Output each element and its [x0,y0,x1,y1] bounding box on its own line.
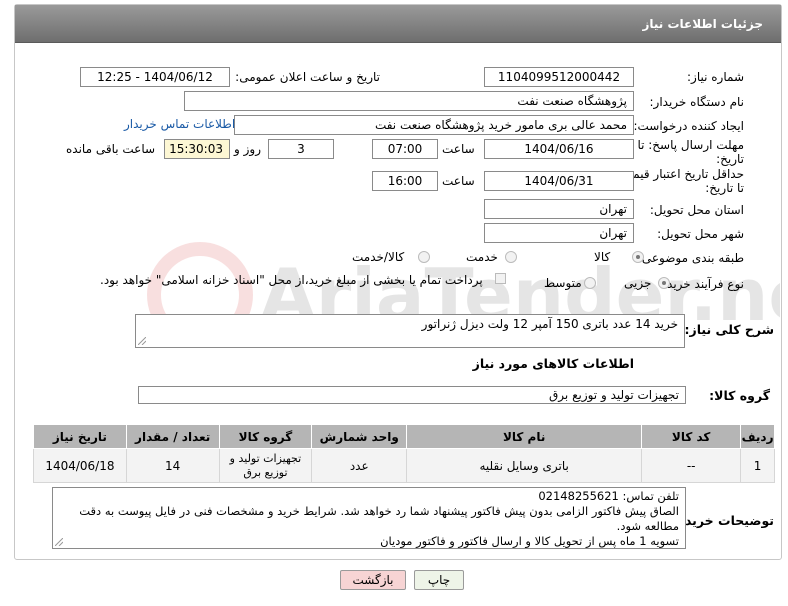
category-option-goods-service: کالا/خدمت [352,250,405,264]
col-date: تاریخ نیاز [33,424,127,449]
goods-section-title: اطلاعات کالاهای مورد نیاز [472,356,634,371]
cell-qty: 14 [125,448,220,483]
category-label: طبقه بندی موضوعی: [637,251,744,265]
col-code: کد کالا [641,424,742,449]
print-button[interactable]: چاپ [414,570,464,590]
treasury-payment-checkbox[interactable] [495,273,506,284]
reply-deadline-label-2: تاریخ: [716,152,744,166]
days-label: روز و [234,142,261,156]
price-date-field: 1404/06/31 [484,171,634,191]
description-label: شرح کلی نیاز: [684,322,774,337]
buyer-notes-line-settlement: تسویه 1 ماه پس از تحویل کالا و ارسال فاک… [380,534,679,548]
need-number-field: 1104099512000442 [484,67,634,87]
page-title: جزئیات اطلاعات نیاز [642,17,763,31]
goods-group-label: گروه کالا: [709,388,770,403]
price-time-field: 16:00 [372,171,438,191]
col-name: نام کالا [406,424,643,449]
cell-name: باتری وسایل نقلیه [406,448,643,483]
description-box: خرید 14 عدد باتری 150 آمپر 12 ولت دیزل ژ… [135,314,685,348]
process-option-medium: متوسط [544,276,582,290]
table-row: 1 -- باتری وسایل نقلیه عدد تجهیزات تولید… [33,448,775,483]
days-field: 3 [268,139,334,159]
goods-table-header: ردیف کد کالا نام کالا واحد شمارش گروه کا… [33,424,775,449]
process-radio-medium[interactable] [584,277,596,289]
buyer-org-label: نام دستگاه خریدار: [649,95,745,109]
cell-group: تجهیزات تولید و توزیع برق [218,448,313,483]
description-text: خرید 14 عدد باتری 150 آمپر 12 ولت دیزل ژ… [421,317,678,331]
reply-date-field: 1404/06/16 [484,139,634,159]
city-field: تهران [484,223,634,243]
resize-grip-icon[interactable] [138,337,146,345]
remaining-label: ساعت باقی مانده [66,142,156,156]
col-group: گروه کالا [218,424,313,449]
buyer-contact-link[interactable]: اطلاعات تماس خریدار [124,117,235,131]
treasury-payment-note: پرداخت تمام یا بخشی از مبلغ خرید،از محل … [100,273,483,287]
reply-time-field: 07:00 [372,139,438,159]
need-number-label: شماره نیاز: [687,70,744,84]
category-option-service: خدمت [466,250,498,264]
cell-row: 1 [740,448,775,483]
creator-label: ایجاد کننده درخواست: [633,119,744,133]
col-row: ردیف [740,424,775,449]
process-radio-minor[interactable] [658,277,670,289]
col-qty: تعداد / مقدار [125,424,220,449]
price-deadline-label-1: حداقل تاریخ اعتبار قیمت: [617,167,744,181]
reply-time-label: ساعت [442,142,475,156]
category-radio-goods-service[interactable] [418,251,430,263]
buyer-notes-box: تلفن تماس: 02148255621 الصاق پیش فاکتور … [52,487,686,549]
category-radio-service[interactable] [505,251,517,263]
province-label: استان محل تحویل: [649,203,744,217]
city-label: شهر محل تحویل: [657,227,744,241]
goods-group-field: تجهیزات تولید و توزیع برق [138,386,686,404]
province-field: تهران [484,199,634,219]
buyer-notes-line-invoice: الصاق پیش فاکتور الزامی بدون پیش فاکتور … [79,504,679,533]
goods-table: ردیف کد کالا نام کالا واحد شمارش گروه کا… [33,424,775,483]
cell-unit: عدد [311,448,408,483]
cell-date: 1404/06/18 [33,448,127,483]
price-time-label: ساعت [442,174,475,188]
col-unit: واحد شمارش [311,424,408,449]
buyer-notes-line-phone: تلفن تماس: 02148255621 [538,489,679,503]
creator-field: محمد عالی بری مامور خرید پژوهشگاه صنعت ن… [234,115,634,135]
process-label: نوع فرآیند خرید : [659,277,744,291]
category-option-goods: کالا [594,250,611,264]
cell-code: -- [641,448,742,483]
back-button[interactable]: بازگشت [340,570,406,590]
buyer-org-field: پژوهشگاه صنعت نفت [184,91,634,111]
title-bar: جزئیات اطلاعات نیاز [15,5,781,43]
category-radio-goods[interactable] [632,251,644,263]
announce-field: 1404/06/12 - 12:25 [80,67,230,87]
process-option-minor: جزیی [624,276,652,290]
price-deadline-label-2: تا تاریخ: [705,181,744,195]
announce-label: تاریخ و ساعت اعلان عمومی: [235,70,380,84]
reply-deadline-label-1: مهلت ارسال پاسخ: تا [637,138,744,152]
resize-grip-icon[interactable] [55,538,63,546]
remaining-time-field: 15:30:03 [164,139,230,159]
